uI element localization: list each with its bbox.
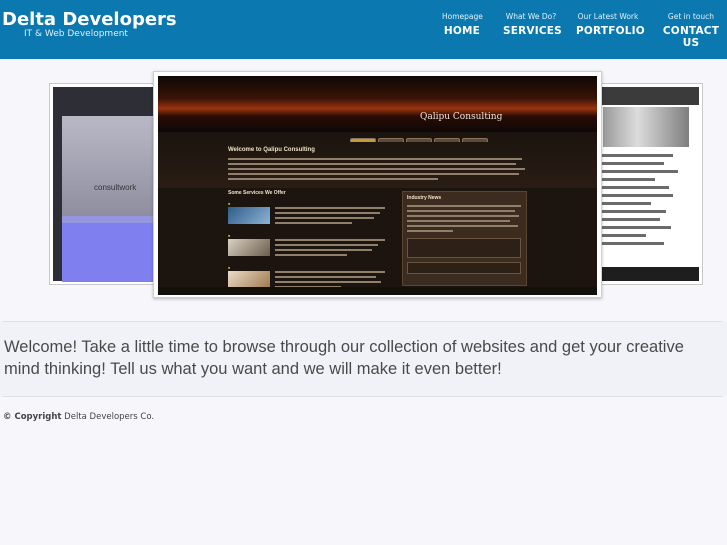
brand-title[interactable]: Delta Developers bbox=[2, 9, 177, 30]
welcome-section: Welcome! Take a little time to browse th… bbox=[0, 322, 727, 396]
nav-home-sub: Homepage bbox=[442, 12, 483, 21]
thumb-site-name: consultwork bbox=[94, 183, 137, 192]
featured-welcome-heading: Welcome to Qalipu Consulting bbox=[228, 147, 315, 153]
welcome-text: Welcome! Take a little time to browse th… bbox=[4, 338, 684, 378]
featured-site-title: Qalipu Consulting bbox=[420, 112, 503, 122]
thumb-header bbox=[598, 87, 699, 105]
thumb-text-lines bbox=[601, 154, 691, 250]
divider bbox=[2, 396, 723, 397]
featured-services-heading: Some Services We Offer bbox=[228, 190, 286, 196]
nav-home-label: HOME bbox=[443, 25, 481, 37]
thumb-banner bbox=[62, 116, 155, 216]
featured-footer bbox=[158, 287, 597, 295]
thumb-image bbox=[603, 107, 689, 147]
featured-news-heading: Industry News bbox=[407, 195, 442, 201]
thumb-strip bbox=[62, 216, 155, 223]
thumb-content bbox=[62, 216, 155, 282]
featured-banner bbox=[158, 76, 597, 132]
nav-contact[interactable]: Get in touch CONTACT US bbox=[656, 12, 726, 49]
featured-nav bbox=[350, 132, 490, 145]
featured-welcome: Welcome to Qalipu Consulting bbox=[158, 142, 597, 188]
nav-portfolio[interactable]: Our Latest Work PORTFOLIO bbox=[576, 12, 645, 37]
site-header: Delta Developers IT & Web Development Ho… bbox=[0, 0, 727, 59]
nav-services-sub: What We Do? bbox=[505, 12, 557, 21]
thumb-footer bbox=[598, 267, 699, 281]
nav-contact-sub: Get in touch bbox=[667, 12, 715, 21]
footer-copyright: © Copyright Delta Developers Co. bbox=[3, 412, 154, 422]
nav-contact-label: CONTACT US bbox=[662, 25, 720, 49]
nav-portfolio-sub: Our Latest Work bbox=[577, 12, 639, 21]
nav-services[interactable]: What We Do? SERVICES bbox=[503, 12, 562, 37]
nav-services-label: SERVICES bbox=[503, 25, 562, 37]
brand-subtitle: IT & Web Development bbox=[24, 29, 128, 39]
portfolio-thumb-right[interactable] bbox=[594, 83, 703, 285]
copyright-label: © Copyright bbox=[3, 412, 62, 422]
nav-home[interactable]: Homepage HOME bbox=[442, 12, 483, 37]
company-name: Delta Developers Co. bbox=[64, 412, 155, 422]
portfolio-thumb-left[interactable]: consultwork bbox=[49, 83, 159, 285]
featured-news: Industry News bbox=[402, 191, 527, 286]
portfolio-featured[interactable]: Qalipu Consulting Welcome to Qalipu Cons… bbox=[153, 71, 602, 298]
nav-portfolio-label: PORTFOLIO bbox=[576, 25, 645, 37]
featured-screenshot: Qalipu Consulting Welcome to Qalipu Cons… bbox=[158, 76, 597, 295]
featured-services: Some Services We Offer ■ ■ ■ bbox=[228, 190, 393, 295]
